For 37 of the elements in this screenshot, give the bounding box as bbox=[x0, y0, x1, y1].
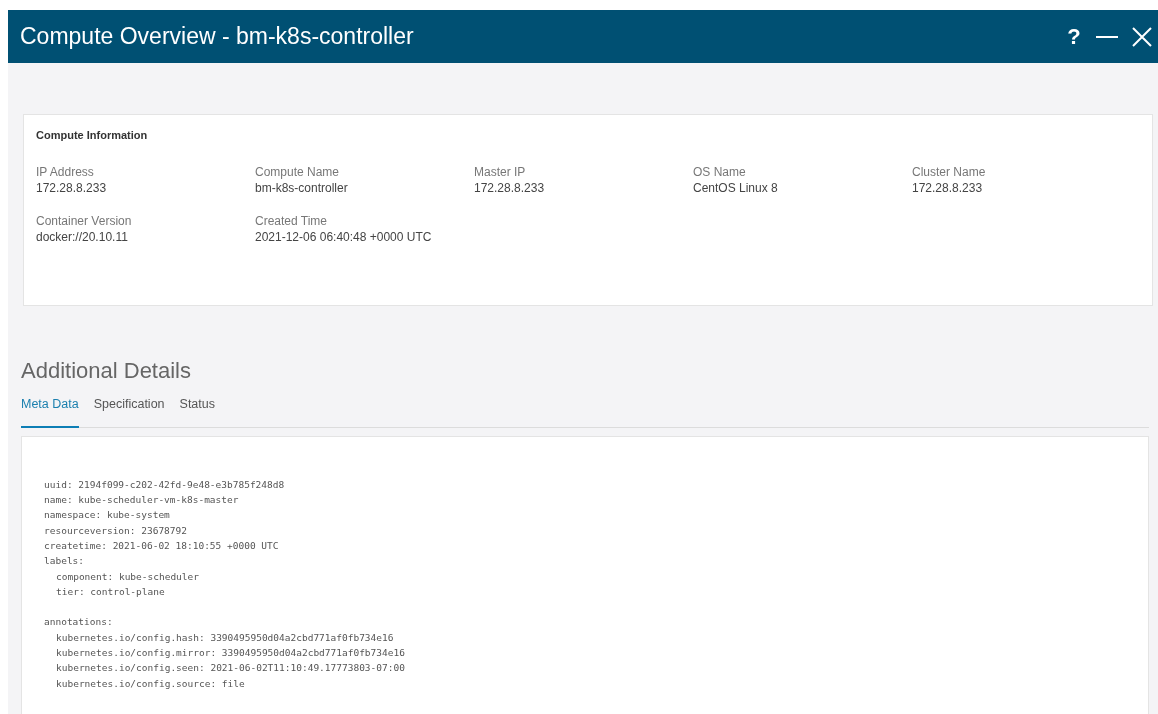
field-value: docker://20.10.11 bbox=[36, 228, 129, 246]
code-line: component: kube-scheduler bbox=[56, 569, 199, 584]
field-value: 172.28.8.233 bbox=[474, 179, 546, 197]
field-value: 172.28.8.233 bbox=[36, 179, 108, 197]
field-value: bm-k8s-controller bbox=[255, 179, 349, 197]
help-button[interactable]: ? bbox=[1066, 25, 1082, 48]
code-line: kubernetes.io/config.source: file bbox=[56, 676, 245, 691]
code-line: annotations: bbox=[44, 615, 113, 630]
code-line: namespace: kube-system bbox=[44, 508, 170, 523]
field-value: CentOS Linux 8 bbox=[693, 179, 779, 197]
code-line: kubernetes.io/config.seen: 2021-06-02T11:10:49.17773803-07:00 bbox=[56, 661, 405, 676]
field-label: Created Time bbox=[255, 212, 329, 229]
code-line: tier: control-plane bbox=[56, 584, 165, 599]
field-value: 2021-12-06 06:40:48 +0000 UTC bbox=[255, 228, 433, 246]
code-line: name: kube-scheduler-vm-k8s-master bbox=[44, 493, 239, 508]
code-line: resourceversion: 23678792 bbox=[44, 523, 187, 538]
tab[interactable]: Status bbox=[179, 395, 215, 428]
field-label: Master IP bbox=[474, 163, 527, 180]
close-button[interactable] bbox=[1132, 25, 1152, 48]
code-line: labels: bbox=[44, 554, 85, 569]
field-value: 172.28.8.233 bbox=[912, 179, 984, 197]
section-title: Additional Details bbox=[21, 358, 192, 384]
code-line: uuid: 2194f099-c202-42fd-9e48-e3b785f248d8 bbox=[44, 477, 285, 492]
tab[interactable]: Specification bbox=[93, 395, 165, 428]
field-label: Container Version bbox=[36, 212, 133, 229]
code-line: kubernetes.io/config.mirror: 3390495950d04a2cbd771af0fb734e16 bbox=[56, 646, 405, 660]
close-icon bbox=[1132, 26, 1152, 47]
code-line: createtime: 2021-06-02 18:10:55 +0000 UTC bbox=[44, 538, 279, 553]
tab[interactable]: Meta Data bbox=[21, 395, 79, 428]
code-line: kubernetes.io/config.hash: 3390495950d04a2cbd771af0fb734e16 bbox=[56, 630, 394, 645]
field-label: Compute Name bbox=[255, 163, 341, 180]
window-title: Compute Overview - bm-k8s-controller bbox=[20, 22, 414, 52]
field-label: OS Name bbox=[693, 163, 747, 180]
field-label: Cluster Name bbox=[912, 163, 987, 180]
field-label: IP Address bbox=[36, 163, 95, 180]
minimize-icon bbox=[1096, 35, 1118, 38]
card-title: Compute Information bbox=[36, 128, 149, 143]
